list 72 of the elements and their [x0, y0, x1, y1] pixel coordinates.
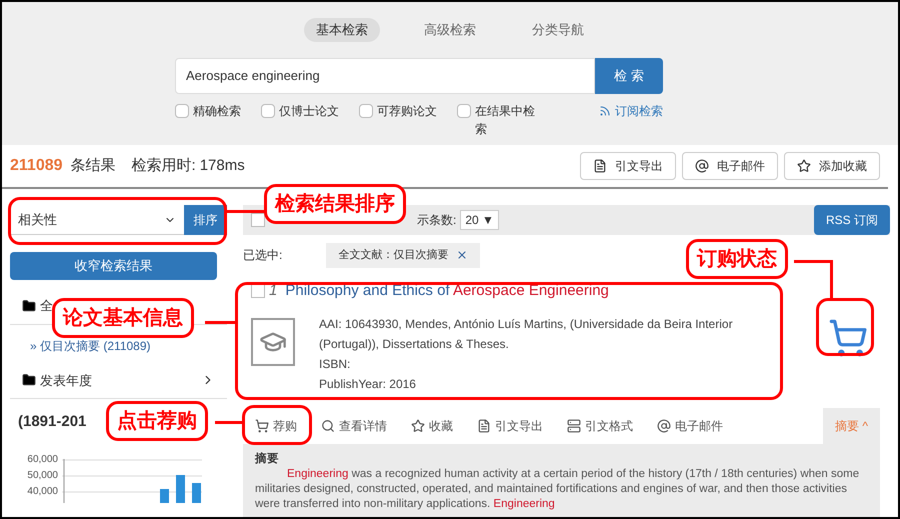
email-icon	[657, 419, 671, 433]
result-info: AAI: 10643930, Mendes, António Luís Martins, (Universidade da Beira Interior (Portugal)), Dissertations & Theses.	[319, 316, 734, 353]
rss-icon	[599, 104, 611, 116]
search-time: 178ms	[200, 156, 245, 176]
action-button[interactable]: 查看详情	[309, 409, 399, 443]
facet-title: 发表年度	[40, 372, 92, 390]
axis-label: 50,000	[26, 470, 58, 482]
leader-line	[215, 421, 243, 424]
search-field[interactable]: Aerospace engineering	[175, 58, 595, 94]
facet-title: 全	[40, 297, 53, 315]
result-info: PublishYear: 2016	[319, 376, 417, 393]
rss-button[interactable]: RSS 订阅	[814, 205, 890, 235]
star-icon	[411, 419, 425, 433]
cart-icon[interactable]	[828, 318, 868, 358]
abstract-text: Engineering was a recognized human activity at a certain period of the history (17th / 18th centuries) when some militaries designed, constructed, operated, and maintained fortifications and engines of war, and then those activities were transferred into non-military applications. Engineering	[255, 467, 860, 512]
leader-line	[227, 210, 267, 213]
search-tab[interactable]: 分类导航	[520, 18, 596, 42]
cart-icon	[255, 419, 269, 433]
folder-icon	[22, 298, 36, 313]
action-button[interactable]: 电子邮件	[645, 409, 735, 443]
search-tab[interactable]: 基本检索	[304, 18, 380, 42]
option-label: 精确检索	[193, 102, 241, 120]
action-button[interactable]: 引文导出	[465, 409, 555, 443]
axis-label: 60,000	[26, 454, 58, 466]
sort-button[interactable]: 排序	[184, 205, 227, 235]
checkbox[interactable]	[175, 104, 189, 118]
star-icon	[797, 159, 811, 173]
result-count-label: 条结果	[70, 156, 116, 176]
result-count: 211089	[10, 156, 63, 176]
highlight-frame	[816, 298, 874, 356]
facet-item[interactable]: » 仅目次摘要 (211089)	[10, 336, 227, 354]
leader-line	[205, 321, 237, 324]
selected-label: 已选中:	[243, 247, 282, 264]
export-icon	[477, 419, 491, 433]
checkbox[interactable]	[359, 104, 373, 118]
page-size-label: 示条数:	[417, 212, 456, 229]
checkbox[interactable]	[261, 104, 275, 118]
format-icon	[567, 419, 581, 433]
highlight-frame	[242, 405, 312, 445]
action-button[interactable]: 引文导出	[580, 152, 676, 180]
callout-label: 点击荐购	[106, 401, 208, 441]
result-title[interactable]: Philosophy and Ethics of Aerospace Engineering	[285, 280, 609, 302]
page-size-select[interactable]: 20 ▼	[460, 210, 499, 230]
search-tab[interactable]: 高级检索	[412, 18, 488, 42]
email-icon	[695, 159, 709, 173]
action-button[interactable]: 引文格式	[555, 409, 645, 443]
action-button[interactable]: 电子邮件	[682, 152, 778, 180]
callout-label: 检索结果排序	[264, 184, 406, 224]
callout-label: 订购状态	[686, 239, 788, 279]
action-button[interactable]: 添加收藏	[784, 152, 880, 180]
action-button[interactable]: 收藏	[399, 409, 465, 443]
search-time-label: 检索用时:	[132, 156, 196, 176]
chart-title: (1891-201	[18, 412, 86, 432]
option-label: 在结果中检索	[475, 102, 536, 138]
select-all-checkbox[interactable]	[251, 213, 265, 227]
narrow-results-button[interactable]: 收窄检索结果	[10, 252, 217, 280]
filter-tag[interactable]: 全文文献：仅目次摘要	[326, 243, 480, 268]
checkbox[interactable]	[457, 104, 471, 118]
abstract-heading: 摘要	[255, 451, 280, 467]
result-number: 1	[269, 280, 278, 300]
option-label: 可荐购论文	[377, 102, 437, 120]
result-info: ISBN:	[319, 356, 352, 373]
export-icon	[593, 159, 607, 173]
option-label: 仅博士论文	[279, 102, 339, 120]
search-button[interactable]: 检 索	[595, 58, 663, 94]
close-icon	[456, 249, 468, 262]
subscribe-link[interactable]: 订阅检索	[599, 102, 663, 120]
callout-label: 论文基本信息	[52, 298, 194, 338]
search-icon	[321, 419, 335, 433]
action-button[interactable]: 荐购	[243, 409, 309, 443]
folder-icon	[22, 373, 36, 388]
axis-label: 40,000	[26, 486, 58, 498]
